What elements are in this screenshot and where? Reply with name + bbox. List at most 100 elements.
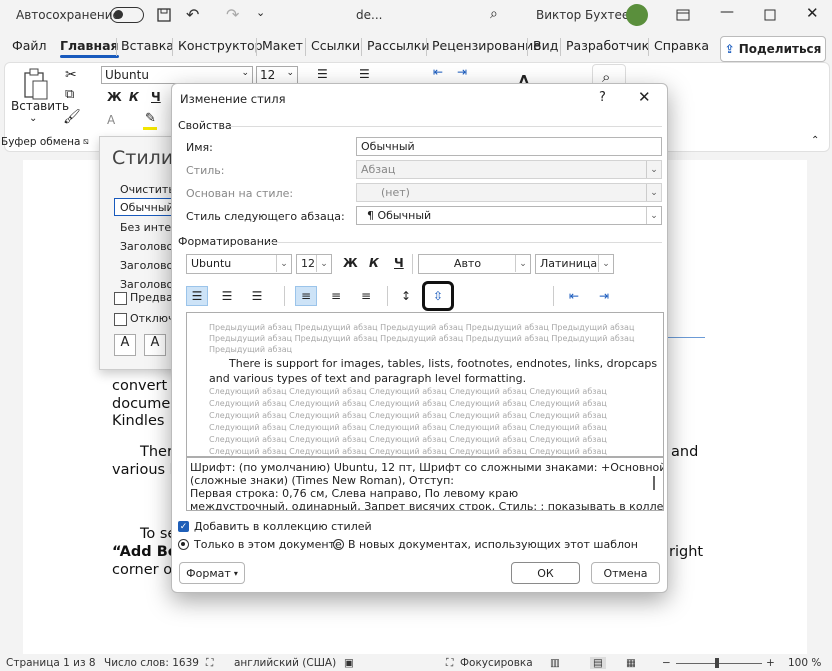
bold-button[interactable]: Ж [343,256,358,270]
help-button[interactable]: ? [599,90,606,105]
add-to-gallery-checkbox[interactable]: ✓ [178,521,189,532]
close-icon[interactable]: ✕ [638,88,651,106]
highlight-color-bar [143,127,157,130]
cancel-button[interactable]: Отмена [591,562,660,584]
new-style-icon[interactable]: A [114,334,136,356]
tab-home[interactable]: Главная [60,38,119,58]
font-select[interactable]: Ubuntu ⌄ [186,254,292,274]
style-type-select[interactable]: Абзац ⌄ [356,160,662,179]
new-docs-radio[interactable] [333,539,344,550]
ribbon-display-icon[interactable] [676,9,690,21]
text-effects-icon[interactable]: A [107,113,115,127]
zoom-slider-thumb[interactable] [715,658,719,668]
tab-layout[interactable]: Макет [262,38,303,53]
script-select[interactable]: Латиница ⌄ [535,254,614,274]
save-icon[interactable] [156,7,172,23]
numbering-icon[interactable]: ☰ [359,67,370,81]
align-center-button[interactable]: ☰ [216,286,238,306]
style-inspector-icon[interactable]: A [144,334,166,356]
tab-insert[interactable]: Вставка [121,38,174,53]
word-count[interactable]: Число слов: 1639 [104,657,199,669]
increase-indent-icon[interactable]: ⇥ [457,65,467,79]
single-spacing-button[interactable]: ≡ [295,286,317,306]
tab-review[interactable]: Рецензирование [432,38,541,53]
format-painter-icon[interactable]: 🖌 [63,109,81,125]
print-layout-icon[interactable]: ▤ [590,657,606,669]
format-button[interactable]: Формат ▾ [179,562,245,584]
zoom-level[interactable]: 100 % [788,657,821,669]
double-spacing-button[interactable]: ≡ [355,286,377,306]
user-name[interactable]: Виктор Бухтеев [536,8,636,22]
tab-view[interactable]: Вид [533,38,558,53]
highlight-icon[interactable]: ✎ [145,111,156,126]
align-left-button[interactable]: ☰ [186,286,208,306]
font-color-select[interactable]: Авто ⌄ [418,254,531,274]
scrollbar-thumb[interactable] [653,476,655,490]
tab-mailings[interactable]: Рассылки [367,38,429,53]
autosave-toggle[interactable] [110,7,144,23]
next-style-select[interactable]: ¶ Обычный ⌄ [356,206,662,225]
name-input[interactable]: Обычный [356,137,662,156]
page-count[interactable]: Страница 1 из 8 [6,657,96,669]
tab-references[interactable]: Ссылки [311,38,360,53]
font-size-box[interactable]: 12 ⌄ [256,66,298,84]
tab-design[interactable]: Конструктор [178,38,263,53]
font-name-box[interactable]: Ubuntu ⌄ [101,66,253,84]
share-button[interactable]: ⇪ Поделиться [720,36,826,62]
cut-icon[interactable]: ✂ [65,67,77,83]
align-center-icon: ☰ [221,289,233,303]
tab-file[interactable]: Файл [12,38,47,53]
customize-qat-icon[interactable]: ⌄ [256,6,265,19]
bold-icon[interactable]: Ж [107,90,122,104]
align-right-button[interactable]: ☰ [246,286,268,306]
one-half-spacing-button[interactable]: ≡ [325,286,347,306]
style-item[interactable]: Без интер [120,221,178,234]
paste-label[interactable]: Вставить [11,99,69,113]
undo-icon[interactable]: ↶ [186,5,199,24]
italic-button[interactable]: К [369,256,379,270]
minimize-icon[interactable]: — [720,4,734,20]
web-layout-icon[interactable]: ▦ [626,657,636,669]
style-description[interactable]: Шрифт: (по умолчанию) Ubuntu, 12 пт, Шри… [186,457,664,511]
accessibility-icon[interactable]: ▣ [344,657,354,669]
decrease-indent-icon[interactable]: ⇤ [433,65,443,79]
zoom-slider-track[interactable] [676,663,762,664]
only-this-doc-radio[interactable] [178,539,189,550]
collapse-ribbon-icon[interactable]: ⌃ [811,135,819,146]
focus-label[interactable]: Фокусировка [460,657,533,669]
paste-icon[interactable] [21,67,51,101]
ok-button[interactable]: ОК [511,562,580,584]
copy-icon[interactable]: ⧉ [65,87,74,102]
increase-indent-button[interactable]: ⇥ [593,286,615,306]
paste-dropdown-icon[interactable]: ⌄ [29,113,37,124]
bullets-icon[interactable]: ☰ [317,67,328,81]
close-icon[interactable]: ✕ [806,4,819,22]
italic-icon[interactable]: К [129,90,139,104]
ribbon-tabs: Файл Главная Вставка Конструктор Макет С… [0,34,832,62]
underline-icon[interactable]: Ч [151,90,161,104]
tab-help[interactable]: Справка [654,38,709,53]
redo-icon[interactable]: ↷ [226,5,239,24]
tab-developer[interactable]: Разработчик [566,38,649,53]
decrease-indent-button[interactable]: ⇤ [563,286,585,306]
maximize-icon[interactable] [764,9,776,21]
focus-icon[interactable]: ⛶ [446,657,453,670]
doc-line: Ther [140,444,173,460]
document-name[interactable]: de... [356,8,382,22]
proofing-icon[interactable]: ⛶ [206,657,213,670]
clipboard-launcher-icon[interactable]: ⧅ [83,137,89,147]
preview-checkbox[interactable] [114,292,127,305]
disable-linked-checkbox[interactable] [114,313,127,326]
language[interactable]: английский (США) [234,657,336,669]
increase-spacing-button[interactable]: ↕ [395,286,417,306]
size-select[interactable]: 12 ⌄ [296,254,332,274]
doc-line: Kindles [112,413,165,429]
zoom-in-icon[interactable]: + [766,657,775,669]
decrease-spacing-button[interactable]: ⇳ [422,281,454,311]
based-on-select[interactable]: (нет) ⌄ [356,183,662,202]
read-mode-icon[interactable]: ▥ [550,657,560,669]
avatar[interactable] [626,4,648,26]
zoom-out-icon[interactable]: − [662,657,671,669]
search-icon[interactable]: ⌕ [490,6,498,22]
underline-button[interactable]: Ч [394,256,404,270]
